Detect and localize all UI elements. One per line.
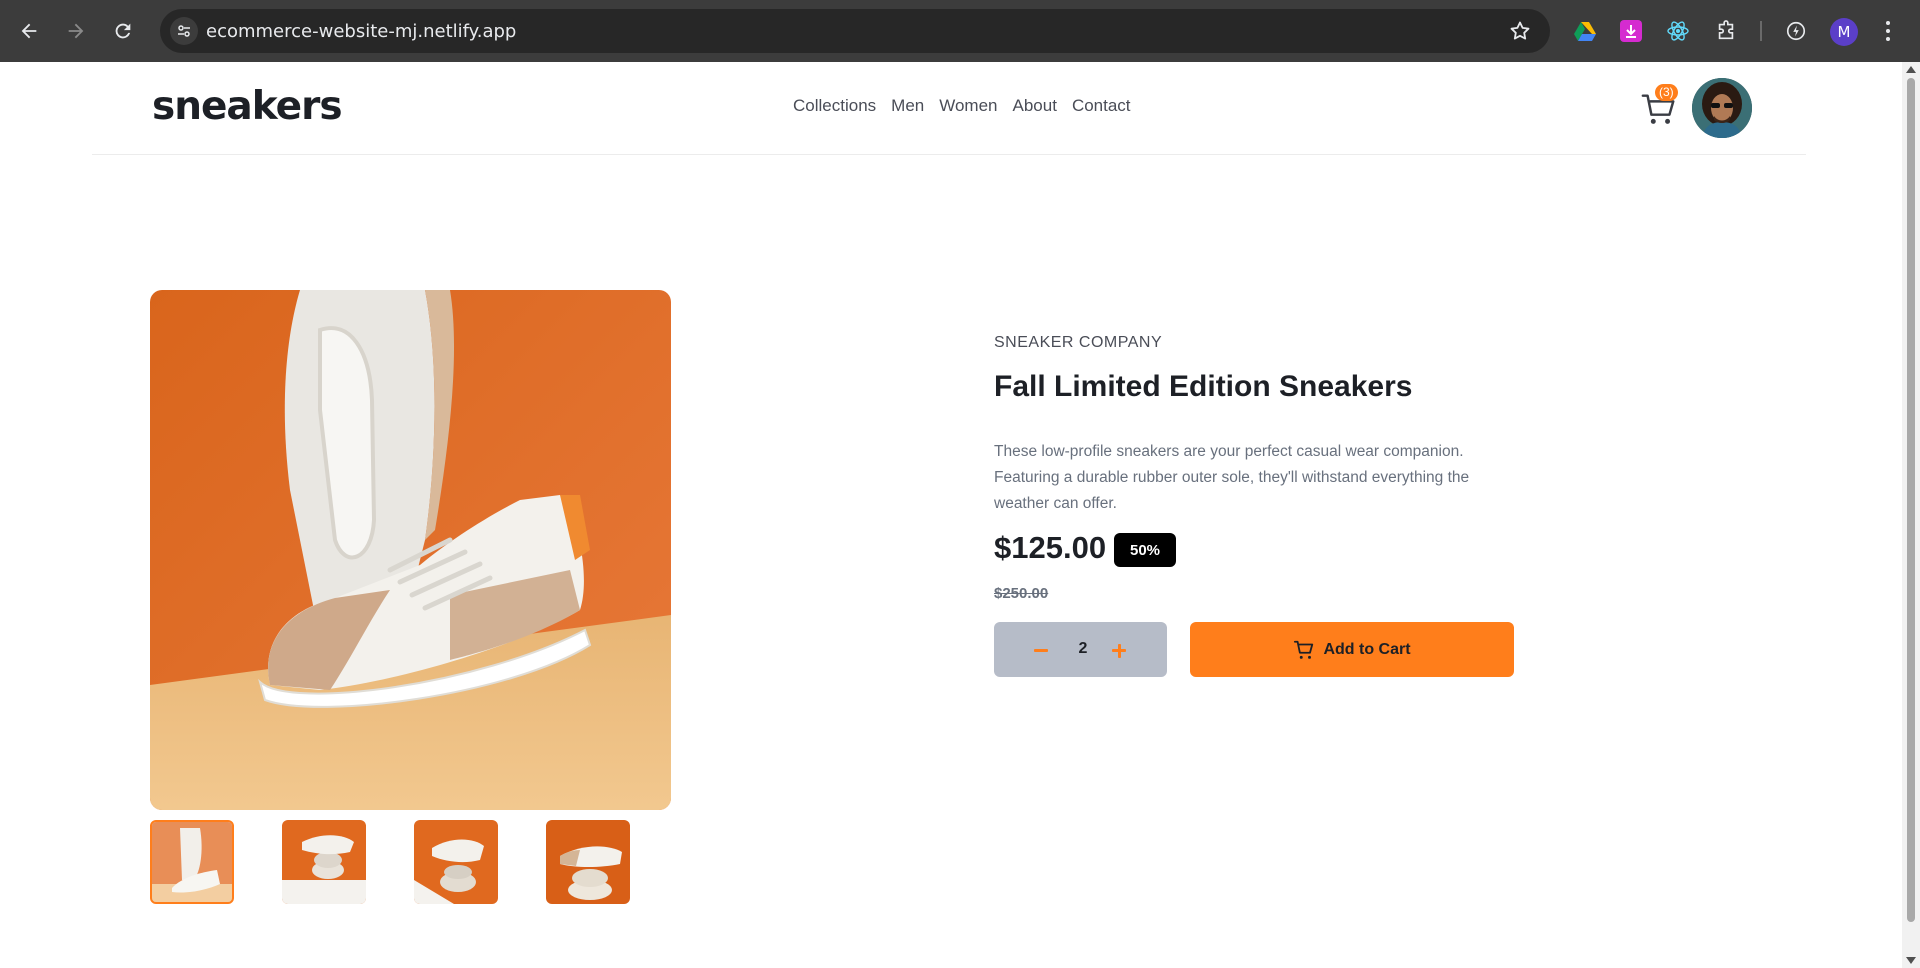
more-menu-icon[interactable] xyxy=(1882,18,1894,44)
company-label: SNEAKER COMPANY xyxy=(994,334,1163,351)
nav-about[interactable]: About xyxy=(1013,96,1057,116)
cart-count-badge: (3) xyxy=(1655,84,1678,101)
reload-icon[interactable] xyxy=(108,16,138,46)
thumbnail-1[interactable] xyxy=(150,820,234,904)
add-to-cart-label: Add to Cart xyxy=(1323,640,1411,658)
react-devtools-icon[interactable] xyxy=(1665,18,1691,44)
cart-button[interactable]: (3) xyxy=(1640,84,1680,130)
url-text[interactable]: ecommerce-website-mj.netlify.app xyxy=(206,21,516,42)
browser-toolbar: ecommerce-website-mj.netlify.app M xyxy=(0,0,1920,62)
nav-men[interactable]: Men xyxy=(891,96,924,116)
thumbnail-2[interactable] xyxy=(282,820,366,904)
main-nav: Collections Men Women About Contact xyxy=(793,96,1131,116)
product-main-image[interactable] xyxy=(150,290,671,810)
cart-icon xyxy=(1294,640,1314,659)
scrollbar-thumb[interactable] xyxy=(1907,78,1915,922)
discount-badge: 50% xyxy=(1114,533,1176,567)
star-bookmark-icon[interactable] xyxy=(1508,19,1532,43)
site-header: sneakers Collections Men Women About Con… xyxy=(92,62,1806,155)
user-avatar[interactable] xyxy=(1692,78,1752,138)
nav-collections[interactable]: Collections xyxy=(793,96,876,116)
toolbar-divider xyxy=(1760,21,1762,41)
thumbnail-4[interactable] xyxy=(546,820,630,904)
back-arrow-icon[interactable] xyxy=(14,16,44,46)
plus-icon-vertical xyxy=(1117,643,1121,658)
product-title: Fall Limited Edition Sneakers xyxy=(994,370,1413,403)
forward-arrow-icon[interactable] xyxy=(61,16,91,46)
minus-icon xyxy=(1034,649,1048,652)
page-scrollbar[interactable] xyxy=(1902,62,1920,968)
current-price: $125.00 xyxy=(994,530,1107,565)
download-extension-icon[interactable] xyxy=(1618,18,1644,44)
add-to-cart-button[interactable]: Add to Cart xyxy=(1190,622,1514,677)
quantity-value: 2 xyxy=(1078,640,1088,657)
product-description: These low-profile sneakers are your perf… xyxy=(994,443,1470,512)
google-drive-icon[interactable] xyxy=(1572,18,1598,44)
thumbnail-3[interactable] xyxy=(414,820,498,904)
original-price: $250.00 xyxy=(994,585,1049,602)
extensions-puzzle-icon[interactable] xyxy=(1713,18,1739,44)
scroll-down-icon[interactable] xyxy=(1906,957,1916,964)
profile-avatar-icon[interactable]: M xyxy=(1830,18,1858,46)
logo[interactable]: sneakers xyxy=(152,84,343,129)
site-settings-icon[interactable] xyxy=(170,17,198,45)
address-bar[interactable]: ecommerce-website-mj.netlify.app xyxy=(160,9,1550,53)
nav-women[interactable]: Women xyxy=(939,96,997,116)
quantity-stepper: 2 xyxy=(994,622,1167,677)
scroll-up-icon[interactable] xyxy=(1906,66,1916,73)
performance-icon[interactable] xyxy=(1783,18,1809,44)
nav-contact[interactable]: Contact xyxy=(1072,96,1131,116)
